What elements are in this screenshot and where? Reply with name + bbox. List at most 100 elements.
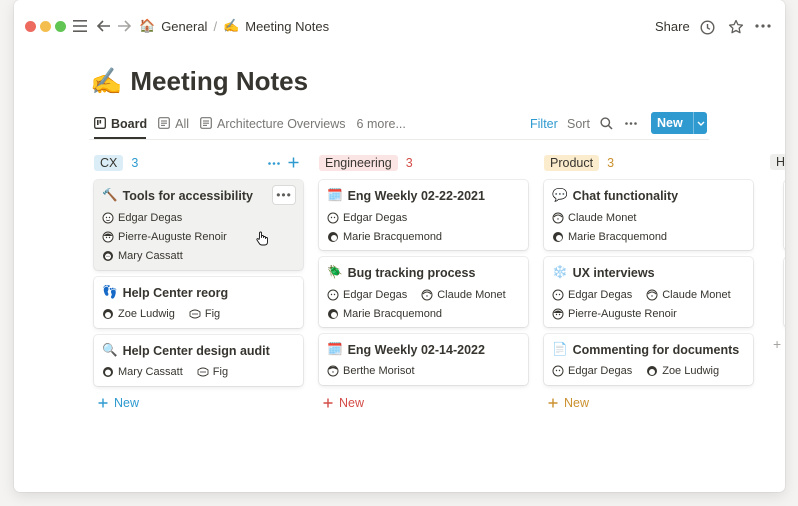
board-card[interactable]: 🗓️ Eng Weekly 02-22-2021 Edgar Degas Mar… [319, 180, 528, 250]
table-icon [200, 116, 212, 132]
person-name: Zoe Ludwig [662, 365, 720, 377]
search-icon[interactable] [599, 116, 613, 130]
card-title-text: Help Center design audit [122, 343, 270, 358]
share-button[interactable]: Share [655, 19, 690, 34]
more-views-label: 6 more... [356, 117, 406, 131]
view-options-icon[interactable] [623, 116, 639, 130]
column-group-pill[interactable]: H [770, 154, 785, 170]
card-person-row: Edgar Degas Claude Monet [552, 289, 731, 301]
tab-label: Architecture Overviews [217, 117, 346, 131]
add-new-card-button[interactable]: New [323, 396, 364, 410]
card-title: 💬 Chat functionality [552, 188, 678, 203]
add-card-plus-icon[interactable]: + [773, 336, 781, 352]
favorite-star-icon[interactable] [727, 18, 744, 35]
card-title-text: Eng Weekly 02-22-2021 [347, 188, 485, 203]
person-name: Berthe Morisot [343, 365, 415, 377]
avatar-icon [103, 367, 113, 377]
avatar-icon [552, 212, 564, 224]
more-options-icon[interactable] [754, 18, 772, 34]
table-icon [158, 116, 171, 132]
card-title-text: Help Center reorg [122, 285, 229, 300]
maximize-window-button[interactable] [55, 21, 66, 32]
column-count: 3 [607, 156, 615, 170]
board-card[interactable]: C [784, 257, 785, 327]
board-card[interactable]: 👣 Help Center reorg Zoe Ludwig Fig [94, 277, 303, 328]
column-group-pill[interactable]: Engineering [319, 155, 398, 171]
hammer-icon: 🔨 [102, 188, 118, 202]
board-card[interactable]: 💬 Chat functionality Claude Monet Marie … [544, 180, 753, 250]
column-count: 3 [131, 156, 139, 170]
back-arrow-icon[interactable] [96, 18, 112, 34]
column-header: CX 3 [94, 153, 305, 173]
card-person-row: Mary Cassatt Fig [102, 366, 228, 378]
person-name: Edgar Degas [118, 212, 183, 224]
card-title-text: Commenting for documents [572, 342, 740, 357]
column-options-icon[interactable] [267, 156, 281, 170]
card-person-row: Edgar Degas [102, 212, 182, 224]
tab-board[interactable]: Board [94, 114, 147, 134]
card-person-row: Marie Bracquemond [327, 231, 442, 243]
person-name: Edgar Degas [568, 365, 633, 377]
writing-hand-icon: ✍️ [90, 66, 123, 96]
new-button-label: New [657, 116, 683, 130]
plus-icon [548, 398, 558, 408]
card-person-row: Zoe Ludwig Fig [102, 308, 220, 320]
breadcrumb: 🏠 General / ✍️ Meeting Notes [139, 18, 329, 34]
view-tabs: Board All Architecture Overviews 6 more.… [94, 114, 417, 134]
top-bar: 🏠 General / ✍️ Meeting Notes Share [14, 0, 785, 54]
person-name: Pierre-Auguste Renoir [568, 308, 677, 320]
column-group-pill[interactable]: Product [544, 155, 600, 171]
board-card[interactable]: 🪲 Bug tracking process Edgar Degas Claud… [319, 257, 528, 327]
card-more-options-icon[interactable]: ••• [273, 186, 295, 204]
avatar-icon [552, 289, 564, 301]
person-name: Claude Monet [437, 289, 506, 301]
page-title-text[interactable]: Meeting Notes [130, 66, 308, 97]
forward-arrow-icon[interactable] [116, 18, 132, 34]
add-new-card-button[interactable]: New [548, 396, 589, 410]
board-card[interactable]: 🔨 Tools for accessibility ••• Edgar Dega… [94, 180, 303, 270]
avatar-icon [552, 308, 564, 320]
board-card[interactable]: 🗓️ Eng Weekly 02-14-2022 Berthe Morisot [319, 334, 528, 385]
house-icon: 🏠 [139, 18, 156, 33]
add-card-plus-icon[interactable] [286, 155, 300, 169]
breadcrumb-page[interactable]: Meeting Notes [245, 19, 329, 34]
filter-button[interactable]: Filter [530, 117, 558, 131]
sidebar-menu-icon[interactable] [72, 18, 88, 34]
history-clock-icon[interactable] [699, 19, 715, 35]
calendar-icon: 🗓️ [327, 342, 343, 356]
breadcrumb-separator: / [213, 18, 218, 34]
person-name: Edgar Degas [343, 289, 408, 301]
plus-icon [98, 398, 108, 408]
plus-icon [323, 398, 333, 408]
board-card[interactable]: ❄️ UX interviews Edgar Degas Claude Mone… [544, 257, 753, 327]
column-count: 3 [405, 156, 413, 170]
new-page-button[interactable]: New [651, 112, 707, 134]
card-title: 📄 Commenting for documents [552, 342, 739, 357]
add-new-label: New [564, 396, 590, 410]
board-card[interactable]: 📄 Commenting for documents Edgar Degas Z… [544, 334, 753, 385]
person-name: Marie Bracquemond [343, 231, 443, 243]
tab-all[interactable]: All [158, 114, 189, 134]
avatar-icon [327, 212, 339, 224]
column-group-pill[interactable]: CX [94, 155, 124, 171]
magnifier-icon: 🔍 [102, 343, 118, 357]
tab-label: Board [111, 117, 148, 131]
add-new-card-button[interactable]: New [98, 396, 139, 410]
card-title-text: Chat functionality [572, 188, 679, 203]
breadcrumb-workspace[interactable]: General [161, 19, 207, 34]
minimize-window-button[interactable] [40, 21, 51, 32]
app-window: 🏠 General / ✍️ Meeting Notes Share ✍️ Me… [14, 0, 785, 492]
tab-more-views[interactable]: 6 more... [357, 114, 406, 134]
board-card[interactable] [784, 180, 785, 250]
card-title-text: Tools for accessibility [122, 188, 253, 203]
sort-button[interactable]: Sort [567, 117, 590, 131]
close-window-button[interactable] [25, 21, 36, 32]
tab-architecture-overviews[interactable]: Architecture Overviews [200, 114, 346, 134]
avatar-icon [552, 365, 564, 377]
card-title: 🔍 Help Center design audit [102, 343, 270, 358]
chevron-down-icon[interactable] [694, 118, 707, 128]
person-name: Edgar Degas [343, 212, 408, 224]
avatar-icon [327, 289, 339, 301]
card-title-text: UX interviews [572, 265, 655, 280]
board-card[interactable]: 🔍 Help Center design audit Mary Cassatt … [94, 335, 303, 386]
